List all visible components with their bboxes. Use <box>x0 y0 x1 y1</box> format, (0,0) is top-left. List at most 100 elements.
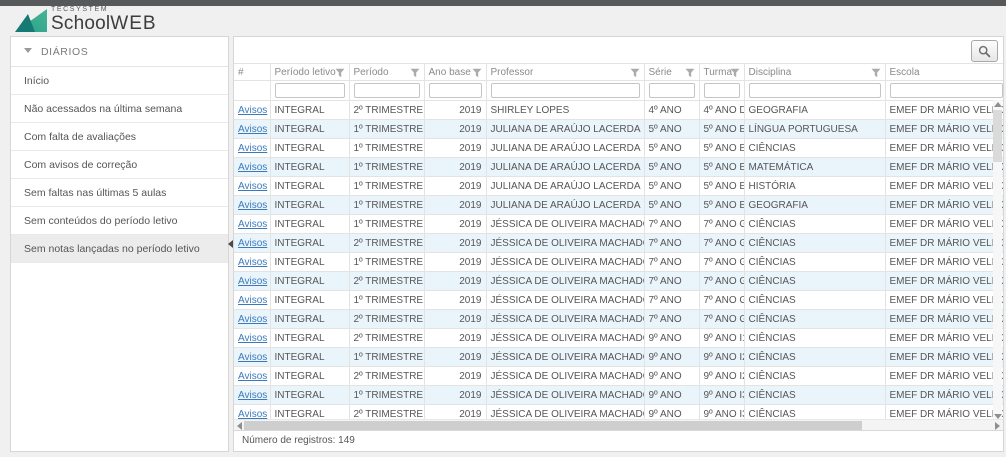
avisos-link[interactable]: Avisos <box>238 409 267 420</box>
avisos-link[interactable]: Avisos <box>238 124 267 135</box>
filter-icon[interactable] <box>472 68 482 78</box>
cell-periodo: 1º TRIMESTRE <box>349 120 424 139</box>
cell-serie: 9º ANO <box>644 329 699 348</box>
column-header-disciplina[interactable]: Disciplina <box>744 64 885 81</box>
filter-input-ano_base[interactable] <box>429 83 482 98</box>
filter-input-professor[interactable] <box>491 83 640 98</box>
cell-ano_base: 2019 <box>424 215 486 234</box>
cell-turma: 9º ANO I2 <box>699 367 744 386</box>
column-header-ano_base[interactable]: Ano base <box>424 64 486 81</box>
table-row: AvisosINTEGRAL1º TRIMESTRE2019JULIANA DE… <box>234 158 1003 177</box>
cell-escola: EMEF DR MÁRIO VELLO SILVARI <box>885 234 1003 253</box>
filter-input-disciplina[interactable] <box>749 83 881 98</box>
sidebar-item[interactable]: Com falta de avaliações <box>11 123 228 151</box>
cell-disciplina: HISTÓRIA <box>744 177 885 196</box>
vertical-scrollbar[interactable] <box>993 100 1002 421</box>
cell-escola: EMEF DR MÁRIO VELLO SILVARI <box>885 177 1003 196</box>
cell-professor: JÉSSICA DE OLIVEIRA MACHADO CATRINCK <box>486 253 644 272</box>
cell-ano_base: 2019 <box>424 101 486 120</box>
column-header-professor[interactable]: Professor <box>486 64 644 81</box>
avisos-link[interactable]: Avisos <box>238 352 267 363</box>
cell-periodo_letivo: INTEGRAL <box>270 348 349 367</box>
avisos-link[interactable]: Avisos <box>238 371 267 382</box>
avisos-link[interactable]: Avisos <box>238 238 267 249</box>
filter-input-periodo[interactable] <box>354 83 420 98</box>
cell-serie: 9º ANO <box>644 348 699 367</box>
filter-cell-turma <box>699 81 744 101</box>
table-row: AvisosINTEGRAL2º TRIMESTRE2019JÉSSICA DE… <box>234 329 1003 348</box>
column-header-escola[interactable]: Escola <box>885 64 1003 81</box>
sidebar-section-diarios[interactable]: DIÁRIOS <box>11 37 228 67</box>
sidebar-item[interactable]: Sem conteúdos do período letivo <box>11 207 228 235</box>
logo-triangle-icon <box>14 8 48 33</box>
column-header-index[interactable]: # <box>234 64 270 81</box>
search-button[interactable] <box>971 40 998 62</box>
cell-serie: 4º ANO <box>644 101 699 120</box>
filter-cell-ano_base <box>424 81 486 101</box>
cell-periodo: 1º TRIMESTRE <box>349 158 424 177</box>
sidebar-item[interactable]: Com avisos de correção <box>11 151 228 179</box>
table-row: AvisosINTEGRAL1º TRIMESTRE2019JÉSSICA DE… <box>234 253 1003 272</box>
filter-input-serie[interactable] <box>649 83 695 98</box>
filter-input-turma[interactable] <box>704 83 740 98</box>
column-header-serie[interactable]: Série <box>644 64 699 81</box>
filter-icon[interactable] <box>630 68 640 78</box>
cell-escola: EMEF DR MÁRIO VELLO SILVARI <box>885 386 1003 405</box>
avisos-link[interactable]: Avisos <box>238 200 267 211</box>
avisos-link[interactable]: Avisos <box>238 390 267 401</box>
scroll-up-icon[interactable] <box>994 102 1002 107</box>
avisos-link[interactable]: Avisos <box>238 333 267 344</box>
avisos-link[interactable]: Avisos <box>238 276 267 287</box>
avisos-link[interactable]: Avisos <box>238 181 267 192</box>
cell-escola: EMEF DR MÁRIO VELLO SILVARI <box>885 196 1003 215</box>
cell-periodo: 2º TRIMESTRE <box>349 310 424 329</box>
avisos-link[interactable]: Avisos <box>238 105 267 116</box>
column-header-periodo_letivo[interactable]: Período letivo <box>270 64 349 81</box>
avisos-link[interactable]: Avisos <box>238 143 267 154</box>
scroll-right-icon[interactable] <box>995 422 1000 430</box>
cell-periodo_letivo: INTEGRAL <box>270 329 349 348</box>
sidebar-item[interactable]: Sem notas lançadas no período letivo <box>11 235 228 263</box>
cell-turma: 9º ANO I3 <box>699 386 744 405</box>
app-window: tecsystem SchoolWEB DIÁRIOS InícioNão ac… <box>0 0 1006 457</box>
cell-periodo: 1º TRIMESTRE <box>349 196 424 215</box>
sidebar-item[interactable]: Início <box>11 67 228 95</box>
avisos-link[interactable]: Avisos <box>238 257 267 268</box>
cell-disciplina: CIÊNCIAS <box>744 234 885 253</box>
cell-serie: 7º ANO <box>644 215 699 234</box>
cell-periodo_letivo: INTEGRAL <box>270 158 349 177</box>
filter-icon[interactable] <box>410 68 420 78</box>
sidebar-item[interactable]: Não acessados na última semana <box>11 95 228 123</box>
filter-icon[interactable] <box>871 68 881 78</box>
filter-icon[interactable] <box>730 68 740 78</box>
cell-professor: JÉSSICA DE OLIVEIRA MACHADO CATRINCK <box>486 386 644 405</box>
horizontal-scrollbar[interactable] <box>234 419 1003 430</box>
horizontal-scroll-thumb[interactable] <box>244 421 862 430</box>
sidebar-item[interactable]: Sem faltas nas últimas 5 aulas <box>11 179 228 207</box>
filter-input-periodo_letivo[interactable] <box>275 83 345 98</box>
filter-icon[interactable] <box>335 68 345 78</box>
cell-ano_base: 2019 <box>424 329 486 348</box>
cell-disciplina: GEOGRAFIA <box>744 196 885 215</box>
cell-turma: 5º ANO E2 <box>699 177 744 196</box>
avisos-link[interactable]: Avisos <box>238 219 267 230</box>
avisos-link[interactable]: Avisos <box>238 314 267 325</box>
column-header-periodo[interactable]: Período <box>349 64 424 81</box>
cell-periodo_letivo: INTEGRAL <box>270 272 349 291</box>
avisos-link[interactable]: Avisos <box>238 295 267 306</box>
cell-disciplina: CIÊNCIAS <box>744 272 885 291</box>
cell-periodo_letivo: INTEGRAL <box>270 215 349 234</box>
filter-icon[interactable] <box>685 68 695 78</box>
avisos-cell: Avisos <box>234 139 270 158</box>
scroll-left-icon[interactable] <box>237 422 242 430</box>
column-header-turma[interactable]: Turma <box>699 64 744 81</box>
cell-professor: JULIANA DE ARAÚJO LACERDA <box>486 158 644 177</box>
avisos-link[interactable]: Avisos <box>238 162 267 173</box>
cell-professor: JÉSSICA DE OLIVEIRA MACHADO CATRINCK <box>486 367 644 386</box>
filter-input-escola[interactable] <box>890 83 1003 98</box>
cell-professor: SHIRLEY LOPES <box>486 101 644 120</box>
cell-disciplina: CIÊNCIAS <box>744 291 885 310</box>
vertical-scroll-thumb[interactable] <box>993 110 1002 162</box>
avisos-cell: Avisos <box>234 310 270 329</box>
cell-disciplina: GEOGRAFIA <box>744 101 885 120</box>
